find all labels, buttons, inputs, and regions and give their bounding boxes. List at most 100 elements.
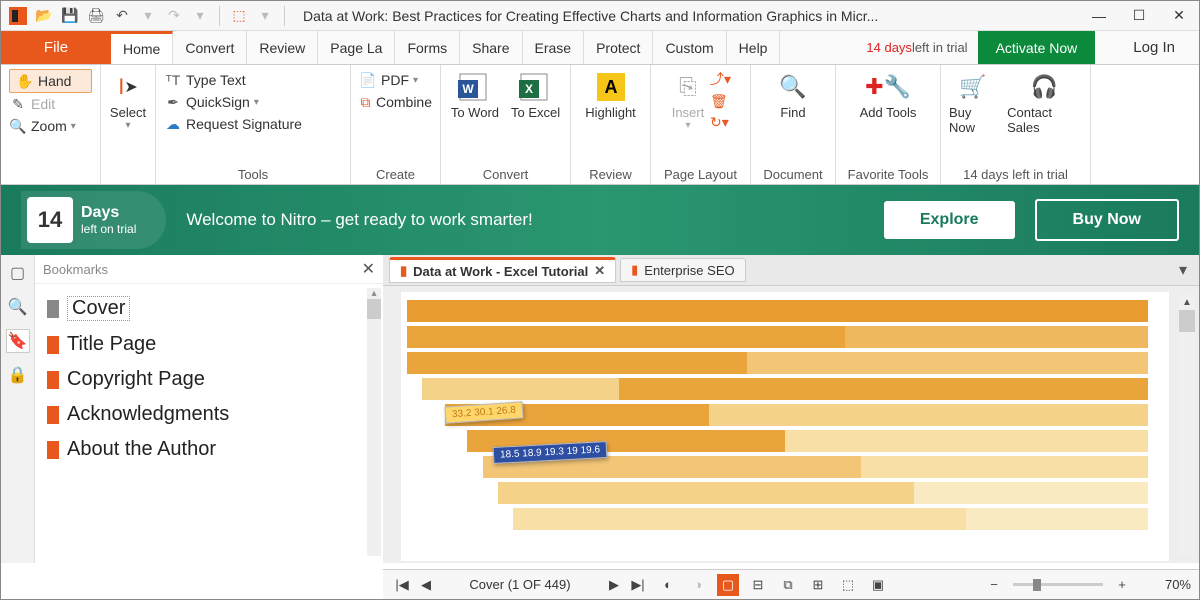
next-page-icon[interactable]: ▶ [603,574,625,596]
select-button[interactable]: I➤ Select▾ [110,69,146,131]
insert-button[interactable]: ⎘ Insert▾ [670,69,706,131]
tab-share[interactable]: Share [460,31,522,64]
bookmark-item[interactable]: Title Page [39,327,379,362]
document-view[interactable]: 33.2 30.1 26.8 18.5 18.9 19.3 19 19.6 ▲ [383,285,1199,563]
hand-icon: ✋ [16,72,34,90]
bookmark-item[interactable]: Cover [39,290,379,327]
select-icon: I➤ [110,69,146,105]
page-indicator: Cover (1 OF 449) [445,577,595,592]
continuous-icon[interactable]: ⊟ [747,574,769,596]
print-icon[interactable]: 🖨 [85,5,107,27]
zoom-out-icon[interactable]: − [983,574,1005,596]
first-page-icon[interactable]: |◀ [391,574,413,596]
close-tab-icon[interactable]: ✕ [594,263,605,279]
extract-icon[interactable]: ⤴▾ [710,69,731,89]
tab-home[interactable]: Home [111,31,173,64]
maximize-button[interactable]: ☐ [1119,1,1159,31]
fit-width-icon[interactable]: ⬚ [837,574,859,596]
add-tools-button[interactable]: ✚🔧 Add Tools [860,69,917,120]
banner-message: Welcome to Nitro – get ready to work sma… [186,210,864,230]
svg-text:X: X [525,82,533,96]
status-bar: |◀ ◀ Cover (1 OF 449) ▶ ▶| ◐ ◑ ▢ ⊟ ⧉ ⊞ ⬚… [383,569,1199,599]
fit-page-icon[interactable]: ▣ [867,574,889,596]
excel-icon: X [518,69,554,105]
edit-tool[interactable]: ✎Edit [9,93,92,115]
contact-sales-button[interactable]: 🎧 Contact Sales [1007,69,1082,135]
facing-continuous-icon[interactable]: ⊞ [807,574,829,596]
pages-panel-icon[interactable]: ▢ [6,261,30,285]
rotate-icon[interactable]: ↻▾ [710,114,731,131]
single-page-icon[interactable]: ▢ [717,574,739,596]
activate-button[interactable]: Activate Now [978,31,1096,64]
app-icon [7,5,29,27]
close-panel-icon[interactable]: ✕ [362,259,375,279]
tab-custom[interactable]: Custom [653,31,726,64]
request-signature-button[interactable]: ☁Request Signature [164,113,342,135]
next-view-icon[interactable]: ◑ [687,574,709,596]
workspace: ▢ 🔍 🔖 🔒 Bookmarks ✕ Cover Title Page Cop… [1,255,1199,563]
tab-file[interactable]: File [1,31,111,64]
delete-page-icon[interactable]: 🗑 [710,93,731,110]
ribbon-group-view: ✋Hand ✎Edit 🔍Zoom▾ [1,65,101,184]
close-button[interactable]: ✕ [1159,1,1199,31]
redo-dropdown-icon[interactable]: ▾ [189,5,211,27]
document-tab[interactable]: ▮Enterprise SEO [620,258,745,282]
buy-now-button[interactable]: 🛒 Buy Now [949,69,997,135]
last-page-icon[interactable]: ▶| [627,574,649,596]
save-icon[interactable]: 💾 [59,5,81,27]
pointer-icon[interactable]: ⬚ [228,5,250,27]
tabs-menu-icon[interactable]: ▾ [1173,260,1193,280]
tab-convert[interactable]: Convert [173,31,247,64]
undo-icon[interactable]: ↶ [111,5,133,27]
tools-icon: ✚🔧 [870,69,906,105]
tab-erase[interactable]: Erase [523,31,585,64]
tab-help[interactable]: Help [727,31,781,64]
tab-forms[interactable]: Forms [395,31,460,64]
redo-icon[interactable]: ↷ [163,5,185,27]
ribbon-label-create: Create [359,165,432,182]
minimize-button[interactable]: — [1079,1,1119,31]
explore-button[interactable]: Explore [884,201,1015,239]
prev-page-icon[interactable]: ◀ [415,574,437,596]
pdf-button[interactable]: 📄PDF▾ [359,69,432,91]
security-panel-icon[interactable]: 🔒 [6,363,30,387]
tab-page-layout[interactable]: Page La [318,31,395,64]
pointer-dropdown-icon[interactable]: ▾ [254,5,276,27]
find-icon: 🔍 [775,69,811,105]
zoom-tool[interactable]: 🔍Zoom▾ [9,115,92,137]
find-button[interactable]: 🔍 Find [775,69,811,120]
bookmarks-scrollbar[interactable]: ▴ [367,288,381,556]
bookmark-item[interactable]: Acknowledgments [39,397,379,432]
highlight-button[interactable]: A Highlight [585,69,636,120]
zoom-slider[interactable] [1013,583,1103,586]
hand-tool[interactable]: ✋Hand [9,69,92,93]
vertical-scrollbar[interactable]: ▲ [1179,294,1195,555]
bookmark-icon [47,406,59,424]
open-icon[interactable]: 📂 [33,5,55,27]
type-text-button[interactable]: ᵀTType Text [164,69,342,91]
tab-review[interactable]: Review [247,31,318,64]
document-tab[interactable]: ▮Data at Work - Excel Tutorial✕ [389,257,616,283]
tab-protect[interactable]: Protect [584,31,653,64]
buy-now-banner-button[interactable]: Buy Now [1035,199,1179,241]
prev-view-icon[interactable]: ◐ [657,574,679,596]
highlight-icon: A [593,69,629,105]
search-panel-icon[interactable]: 🔍 [6,295,30,319]
login-button[interactable]: Log In [1109,31,1199,64]
facing-icon[interactable]: ⧉ [777,574,799,596]
document-page [401,292,1169,561]
window-title: Data at Work: Best Practices for Creatin… [295,8,1079,24]
trial-banner: 14 Daysleft on trial Welcome to Nitro – … [1,185,1199,255]
bookmarks-panel-icon[interactable]: 🔖 [6,329,30,353]
to-word-button[interactable]: W To Word [451,69,499,120]
headset-icon: 🎧 [1027,69,1063,105]
word-icon: W [457,69,493,105]
combine-button[interactable]: ⧉Combine [359,91,432,113]
bookmark-item[interactable]: Copyright Page [39,362,379,397]
bookmark-item[interactable]: About the Author [39,432,379,467]
undo-dropdown-icon[interactable]: ▾ [137,5,159,27]
to-excel-button[interactable]: X To Excel [511,69,560,120]
quicksign-button[interactable]: ✒QuickSign▾ [164,91,342,113]
zoom-in-icon[interactable]: + [1111,574,1133,596]
bookmarks-title: Bookmarks [43,262,108,277]
